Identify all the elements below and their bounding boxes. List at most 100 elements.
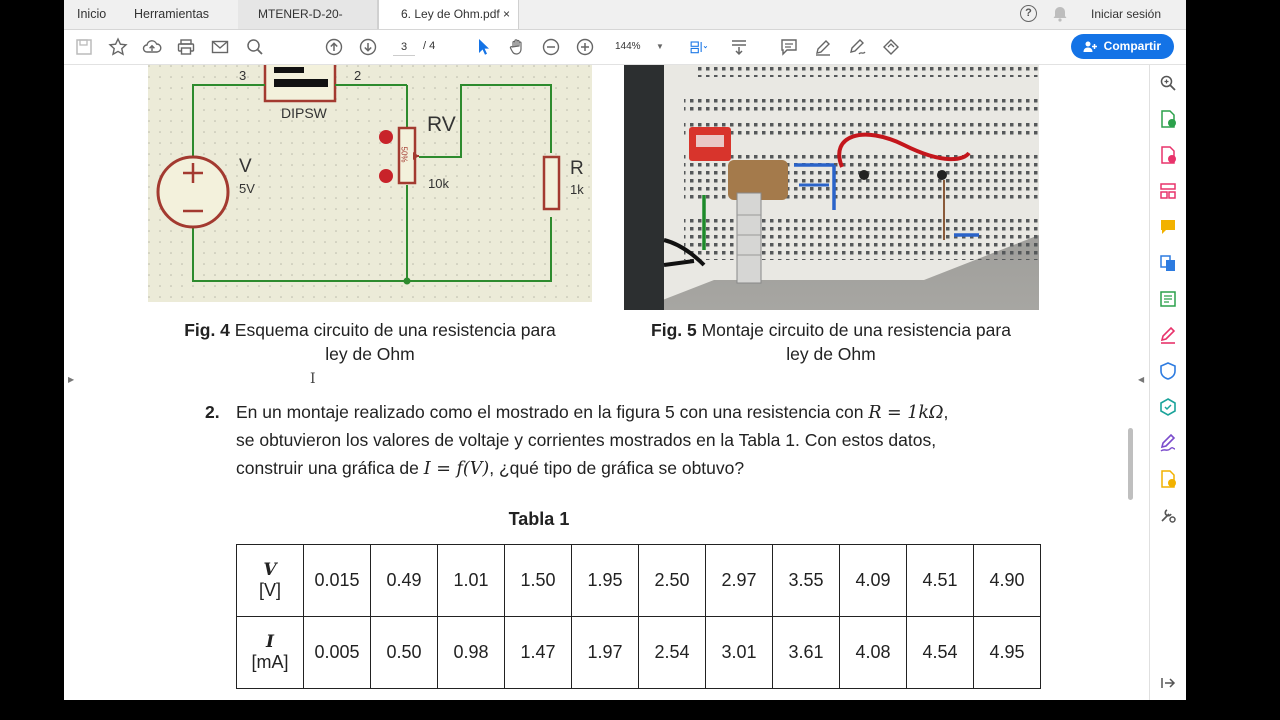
share-button-label: Compartir — [1103, 39, 1161, 53]
vertical-scrollbar[interactable] — [1128, 428, 1133, 500]
figure-5-text-line2: ley de Ohm — [786, 344, 876, 364]
document-page: ▶ ◀ DIPSW 3 2 V 5V RV 10k 50% R 1k Fig. … — [64, 61, 1144, 700]
page-display-icon[interactable] — [685, 37, 713, 57]
toolbar: 3 / 4 144% ▼ Compartir — [64, 30, 1186, 65]
dipsw-pin-2-label: 2 — [354, 68, 362, 83]
pen-icon[interactable] — [813, 37, 833, 57]
resistance-formula: R = 1kΩ — [868, 403, 944, 423]
collapse-panel-icon[interactable] — [1159, 674, 1177, 692]
create-pdf-icon[interactable] — [1159, 146, 1177, 164]
question-line-1: En un montaje realizado como el mostrado… — [236, 398, 948, 427]
tab-tools[interactable]: Herramientas — [134, 0, 209, 29]
page-total: / 4 — [423, 40, 436, 52]
pdf-viewer-window: Inicio Herramientas MTENER-D-20-00... 6.… — [64, 0, 1186, 700]
figure-4-number: Fig. 4 — [184, 320, 230, 340]
send-for-review-icon[interactable] — [1159, 470, 1177, 488]
zoom-in-icon[interactable] — [575, 37, 595, 57]
tab-document-ley-de-ohm-label: 6. Ley de Ohm.pdf — [401, 7, 500, 21]
sign-icon[interactable] — [847, 37, 867, 57]
print-icon[interactable] — [176, 37, 196, 57]
search-icon[interactable] — [245, 37, 265, 57]
resistor-value: 1k — [570, 182, 584, 197]
figure-4-text-line2: ley de Ohm — [325, 344, 415, 364]
current-header-cell: I [mA] — [236, 616, 304, 689]
edit-pdf-icon[interactable] — [1159, 290, 1177, 308]
help-icon[interactable]: ? — [1020, 5, 1037, 22]
sign-in-link[interactable]: Iniciar sesión — [1091, 0, 1161, 29]
zoom-level-select[interactable]: 144% ▼ — [615, 39, 665, 55]
upload-cloud-icon[interactable] — [142, 37, 162, 57]
tab-home[interactable]: Inicio — [77, 0, 106, 29]
scroll-mode-icon[interactable] — [729, 37, 749, 57]
page-number-input[interactable]: 3 — [393, 39, 415, 56]
question-number: 2. — [205, 398, 220, 426]
question-line-3b: , ¿qué tipo de gráfica se obtuvo? — [489, 458, 745, 478]
table-cell: 3.55 — [772, 544, 840, 617]
combine-files-icon[interactable] — [1159, 254, 1177, 272]
more-tools-icon[interactable] — [1159, 506, 1177, 524]
question-line-1a: En un montaje realizado como el mostrado… — [236, 402, 869, 422]
tab-bar: Inicio Herramientas MTENER-D-20-00... 6.… — [64, 0, 1186, 50]
dipsw-label: DIPSW — [281, 105, 327, 121]
figure-5-caption: Fig. 5 Montaje circuito de una resistenc… — [617, 318, 1045, 366]
table-cell: 4.51 — [906, 544, 974, 617]
table-cell: 4.09 — [839, 544, 907, 617]
text-cursor-icon: I — [310, 371, 316, 387]
table-cell: 1.50 — [504, 544, 572, 617]
potentiometer-percent: 50% — [399, 146, 409, 163]
table-row-voltage: V [V] 0.015 0.49 1.01 1.50 1.95 2.50 2.9… — [236, 544, 1041, 617]
previous-page-icon[interactable] — [324, 37, 344, 57]
question-line-1b: , — [943, 402, 949, 422]
tools-sidebar — [1149, 65, 1186, 700]
table-cell: 2.50 — [638, 544, 706, 617]
table-title: Tabla 1 — [508, 509, 570, 529]
figure-5-text: Montaje circuito de una resistencia para — [701, 320, 1011, 340]
left-panel-toggle-icon[interactable]: ▶ — [68, 375, 74, 384]
voltage-source-value: 5V — [239, 181, 255, 196]
dipsw-pin-3-label: 3 — [239, 68, 247, 83]
table-cell: 4.08 — [839, 616, 907, 689]
share-button[interactable]: Compartir — [1071, 34, 1174, 59]
organize-pages-icon[interactable] — [1159, 182, 1177, 200]
table-cell: 3.01 — [705, 616, 773, 689]
table-cell: 3.61 — [772, 616, 840, 689]
export-pdf-icon[interactable] — [1159, 110, 1177, 128]
right-panel-toggle-icon[interactable]: ◀ — [1138, 375, 1144, 384]
email-icon[interactable] — [210, 37, 230, 57]
next-page-icon[interactable] — [358, 37, 378, 57]
protect-shield-icon[interactable] — [1159, 362, 1177, 380]
table-cell: 2.97 — [705, 544, 773, 617]
circuit-schematic-figure: DIPSW 3 2 V 5V RV 10k 50% R 1k — [148, 61, 592, 302]
potentiometer-label: RV — [427, 113, 456, 136]
question-line-2: se obtuvieron los valores de voltaje y c… — [236, 430, 937, 450]
request-signature-icon[interactable] — [1159, 433, 1177, 452]
fill-sign-tool-icon[interactable] — [1159, 326, 1177, 344]
table-cell: 1.01 — [437, 544, 505, 617]
potentiometer-value: 10k — [428, 176, 449, 191]
voltage-header-cell: V [V] — [236, 544, 304, 617]
save-icon[interactable] — [74, 37, 94, 57]
star-icon[interactable] — [108, 37, 128, 57]
comment-tool-icon[interactable] — [1159, 218, 1177, 236]
question-number-text: 2. — [205, 402, 220, 422]
voltage-unit: [V] — [258, 580, 281, 600]
tab-document-ley-de-ohm[interactable]: 6. Ley de Ohm.pdf × — [378, 0, 519, 29]
zoom-out-icon[interactable] — [541, 37, 561, 57]
figure-4-text: Esquema circuito de una resistencia para — [234, 320, 556, 340]
comment-icon[interactable] — [779, 37, 799, 57]
table-cell: 4.54 — [906, 616, 974, 689]
fill-sign-icon[interactable] — [881, 37, 901, 57]
select-cursor-icon[interactable] — [473, 37, 493, 57]
resistor-label: R — [570, 158, 584, 179]
close-tab-icon[interactable]: × — [503, 0, 510, 29]
optimize-pdf-icon[interactable] — [1159, 398, 1177, 416]
data-table: V [V] 0.015 0.49 1.01 1.50 1.95 2.50 2.9… — [236, 544, 1041, 689]
figure-4-caption: Fig. 4 Esquema circuito de una resistenc… — [148, 318, 592, 366]
chevron-down-icon: ▼ — [656, 42, 664, 51]
table-cell: 0.015 — [303, 544, 371, 617]
hand-tool-icon[interactable] — [507, 37, 527, 57]
bell-icon[interactable] — [1051, 5, 1069, 23]
table-cell: 0.98 — [437, 616, 505, 689]
tab-document-mtener[interactable]: MTENER-D-20-00... — [238, 0, 378, 50]
zoom-search-icon[interactable] — [1159, 74, 1177, 92]
